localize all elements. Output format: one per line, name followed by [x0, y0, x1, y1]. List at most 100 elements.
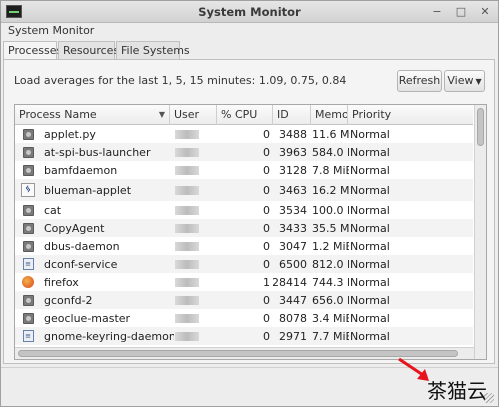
cpu-value: 0 [263, 329, 270, 343]
column-cpu[interactable]: % CPU [217, 105, 273, 125]
memory-value: 3.4 MiB [312, 311, 349, 325]
table-row[interactable]: geoclue-master 0 8078 3.4 MiB Normal [15, 309, 473, 327]
column-process-name[interactable]: Process Name ▼ [15, 105, 170, 125]
process-name: dconf-service [44, 257, 118, 271]
user-redacted [173, 125, 223, 143]
process-id: 8078 [279, 311, 307, 325]
sort-descending-icon: ▼ [158, 110, 165, 119]
user-redacted [173, 143, 223, 161]
process-id: 3534 [279, 203, 307, 217]
process-id: 3128 [279, 163, 307, 177]
column-user[interactable]: User [170, 105, 217, 125]
user-redacted [173, 255, 223, 273]
table-row[interactable]: at-spi-bus-launcher 0 3963 584.0 K Norma… [15, 143, 473, 161]
gear-icon [22, 204, 34, 216]
refresh-button[interactable]: Refresh [397, 70, 442, 92]
row-icon-cell [21, 309, 35, 327]
memory-value: 1.2 MiB [312, 239, 349, 253]
column-priority[interactable]: Priority [348, 105, 473, 125]
priority-value: Normal [350, 221, 390, 235]
cpu-value: 0 [263, 221, 270, 235]
priority-value: Normal [350, 127, 390, 141]
view-menu-button[interactable]: View ▼ [444, 70, 485, 92]
row-icon-cell: ≡ [21, 327, 35, 345]
table-row[interactable]: ≡ gnome-keyring-daemon 0 2971 7.7 MiB No… [15, 327, 473, 345]
vertical-scroll-thumb[interactable] [477, 108, 484, 146]
cpu-value: 0 [263, 145, 270, 159]
table-row[interactable]: firefox 1 28414 744.3 M Normal [15, 273, 473, 291]
memory-value: 11.6 Mi [312, 127, 349, 141]
cpu-value: 0 [263, 127, 270, 141]
process-name: bamfdaemon [44, 163, 118, 177]
row-icon-cell [21, 125, 35, 143]
memory-value: 7.8 MiB [312, 163, 349, 177]
cpu-value: 0 [263, 293, 270, 307]
memory-value: 100.0 K [312, 203, 349, 217]
title-bar[interactable]: System Monitor − □ ✕ [1, 1, 498, 23]
user-redacted [173, 327, 223, 345]
tab-file-systems[interactable]: File Systems [116, 41, 190, 59]
horizontal-scroll-thumb[interactable] [18, 350, 458, 357]
memory-value: 744.3 M [312, 275, 349, 289]
menu-system-monitor[interactable]: System Monitor [8, 24, 94, 37]
gear-icon [22, 146, 34, 158]
process-id: 28414 [273, 275, 307, 289]
cpu-value: 0 [263, 257, 270, 271]
process-id: 3488 [279, 127, 307, 141]
table-row[interactable]: ᛃ blueman-applet 0 3463 16.2 Mi Normal [15, 179, 473, 201]
user-redacted [173, 309, 223, 327]
column-id[interactable]: ID [273, 105, 311, 125]
process-name: firefox [44, 275, 79, 289]
process-name: cat [44, 203, 62, 217]
process-table: Process Name ▼ User % CPU ID Memo Priorit… [14, 104, 487, 360]
row-icon-cell [21, 273, 35, 291]
red-arrow-icon [398, 357, 429, 381]
priority-value: Normal [350, 239, 390, 253]
table-row[interactable]: ≡ dconf-service 0 6500 812.0 K Normal [15, 255, 473, 273]
process-name: gnome-keyring-daemon [44, 329, 174, 343]
processes-panel: Load averages for the last 1, 5, 15 minu… [3, 59, 495, 364]
table-row[interactable]: applet.py 0 3488 11.6 Mi Normal [15, 125, 473, 143]
column-memory[interactable]: Memo [311, 105, 348, 125]
document-icon: ≡ [22, 258, 34, 270]
row-icon-cell [21, 143, 35, 161]
user-redacted [173, 291, 223, 309]
maximize-icon[interactable]: □ [453, 4, 469, 20]
process-name: CopyAgent [44, 221, 105, 235]
row-icon-cell [21, 201, 35, 219]
tab-resources[interactable]: Resources [58, 41, 119, 59]
user-redacted [173, 201, 223, 219]
memory-value: 656.0 K [312, 293, 349, 307]
gear-icon [22, 294, 34, 306]
table-row[interactable]: dbus-daemon 0 3047 1.2 MiB Normal [15, 237, 473, 255]
priority-value: Normal [350, 257, 390, 271]
tab-processes[interactable]: Processes [3, 41, 62, 60]
document-icon: ≡ [22, 330, 34, 342]
priority-value: Normal [350, 163, 390, 177]
table-row[interactable]: cat 0 3534 100.0 K Normal [15, 201, 473, 219]
table-row[interactable]: CopyAgent 0 3433 35.5 Mi Normal [15, 219, 473, 237]
vertical-scrollbar[interactable] [474, 105, 486, 359]
user-redacted [173, 161, 223, 179]
process-id: 6500 [279, 257, 307, 271]
cpu-value: 0 [263, 203, 270, 217]
cpu-value: 0 [263, 311, 270, 325]
table-row[interactable]: gconfd-2 0 3447 656.0 K Normal [15, 291, 473, 309]
process-id: 3047 [279, 239, 307, 253]
close-icon[interactable]: ✕ [477, 4, 493, 20]
cpu-value: 0 [263, 239, 270, 253]
cpu-value: 0 [263, 183, 270, 197]
row-icon-cell [21, 219, 35, 237]
table-row[interactable]: bamfdaemon 0 3128 7.8 MiB Normal [15, 161, 473, 179]
gear-icon [22, 164, 34, 176]
process-name: gconfd-2 [44, 293, 93, 307]
minimize-icon[interactable]: − [429, 4, 445, 20]
firefox-icon [22, 276, 34, 288]
menu-bar: System Monitor [1, 23, 498, 39]
memory-value: 35.5 Mi [312, 221, 349, 235]
user-redacted [173, 237, 223, 255]
row-icon-cell [21, 237, 35, 255]
process-id: 3433 [279, 221, 307, 235]
row-icon-cell: ᛃ [21, 179, 35, 201]
process-id: 3963 [279, 145, 307, 159]
